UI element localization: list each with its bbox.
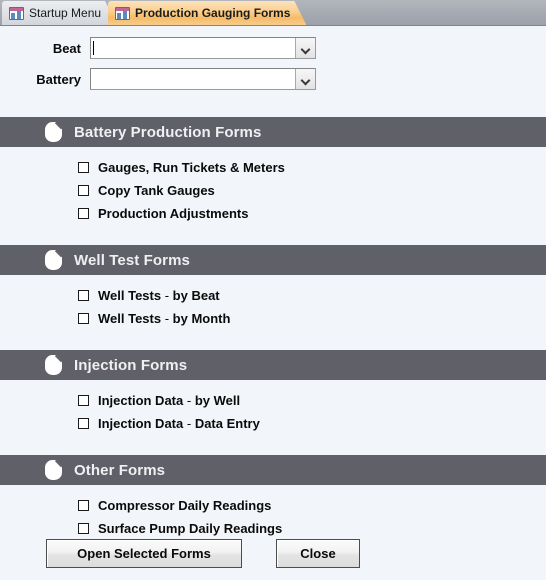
section-title: Battery Production Forms <box>74 123 262 141</box>
checkbox[interactable] <box>78 523 89 534</box>
tab-startup-menu[interactable]: Startup Menu <box>2 1 117 25</box>
option-row[interactable]: Surface Pump Daily Readings <box>0 517 546 540</box>
tab-label: Production Gauging Forms <box>135 6 291 20</box>
section-header-battery-production-forms: Battery Production Forms <box>0 117 546 147</box>
checkbox[interactable] <box>78 418 89 429</box>
section-title: Well Test Forms <box>74 251 190 269</box>
page-curl-icon <box>45 460 63 480</box>
label-separator: - <box>183 416 195 431</box>
filter-row-beat: Beat <box>0 37 546 59</box>
tab-strip: Startup Menu Production Gauging Forms <box>0 0 546 26</box>
section-title: Other Forms <box>74 461 166 479</box>
option-label: Well Tests - by Beat <box>98 288 220 303</box>
section-title: Injection Forms <box>74 356 188 374</box>
chevron-down-icon <box>302 77 309 81</box>
option-row[interactable]: Well Tests - by Month <box>0 307 546 330</box>
label-separator: - <box>161 288 173 303</box>
checkbox[interactable] <box>78 500 89 511</box>
battery-label: Battery <box>36 71 81 87</box>
option-label: Compressor Daily Readings <box>98 498 272 513</box>
section-header-well-test-forms: Well Test Forms <box>0 245 546 275</box>
tab-production-gauging-forms[interactable]: Production Gauging Forms <box>108 1 306 25</box>
tab-strip-filler <box>297 1 546 25</box>
tab-label: Startup Menu <box>29 6 102 20</box>
option-row[interactable]: Injection Data - by Well <box>0 389 546 412</box>
checkbox[interactable] <box>78 290 89 301</box>
label-separator: - <box>161 311 173 326</box>
form-window-icon <box>115 7 130 20</box>
option-label: Injection Data - Data Entry <box>98 416 260 431</box>
page-curl-icon <box>45 250 63 270</box>
option-label: Copy Tank Gauges <box>98 183 215 198</box>
form-window-icon <box>9 7 24 20</box>
close-button[interactable]: Close <box>276 539 360 568</box>
option-row[interactable]: Well Tests - by Beat <box>0 284 546 307</box>
checkbox[interactable] <box>78 162 89 173</box>
checkbox[interactable] <box>78 395 89 406</box>
option-label: Surface Pump Daily Readings <box>98 521 283 536</box>
footer-actions: Open Selected Forms Close <box>0 539 546 568</box>
option-label: Injection Data - by Well <box>98 393 241 408</box>
battery-combobox[interactable] <box>90 68 316 90</box>
option-row[interactable]: Copy Tank Gauges <box>0 179 546 202</box>
option-label: Well Tests - by Month <box>98 311 231 326</box>
form-body: Beat Battery Battery Production Forms Ga… <box>0 26 546 579</box>
option-label: Gauges, Run Tickets & Meters <box>98 160 285 175</box>
battery-combobox-value[interactable] <box>91 69 295 89</box>
beat-label: Beat <box>52 40 81 56</box>
beat-combobox-toggle[interactable] <box>295 38 315 58</box>
option-row[interactable]: Compressor Daily Readings <box>0 494 546 517</box>
chevron-down-icon <box>302 46 309 50</box>
section-options-injection-forms: Injection Data - by Well Injection Data … <box>0 380 546 445</box>
option-row[interactable]: Gauges, Run Tickets & Meters <box>0 156 546 179</box>
beat-combobox-value[interactable] <box>91 38 295 58</box>
page-curl-icon <box>45 122 63 142</box>
battery-combobox-toggle[interactable] <box>295 69 315 89</box>
option-row[interactable]: Injection Data - Data Entry <box>0 412 546 435</box>
section-header-injection-forms: Injection Forms <box>0 350 546 380</box>
option-label: Production Adjustments <box>98 206 249 221</box>
section-header-other-forms: Other Forms <box>0 455 546 485</box>
beat-combobox[interactable] <box>90 37 316 59</box>
checkbox[interactable] <box>78 185 89 196</box>
label-separator: - <box>183 393 195 408</box>
section-options-well-test-forms: Well Tests - by Beat Well Tests - by Mon… <box>0 275 546 340</box>
open-selected-forms-button[interactable]: Open Selected Forms <box>46 539 242 568</box>
option-row[interactable]: Production Adjustments <box>0 202 546 225</box>
checkbox[interactable] <box>78 208 89 219</box>
filter-section: Beat Battery <box>0 26 546 107</box>
section-options-battery-production-forms: Gauges, Run Tickets & Meters Copy Tank G… <box>0 147 546 235</box>
page-curl-icon <box>45 355 63 375</box>
filter-row-battery: Battery <box>0 68 546 90</box>
checkbox[interactable] <box>78 313 89 324</box>
